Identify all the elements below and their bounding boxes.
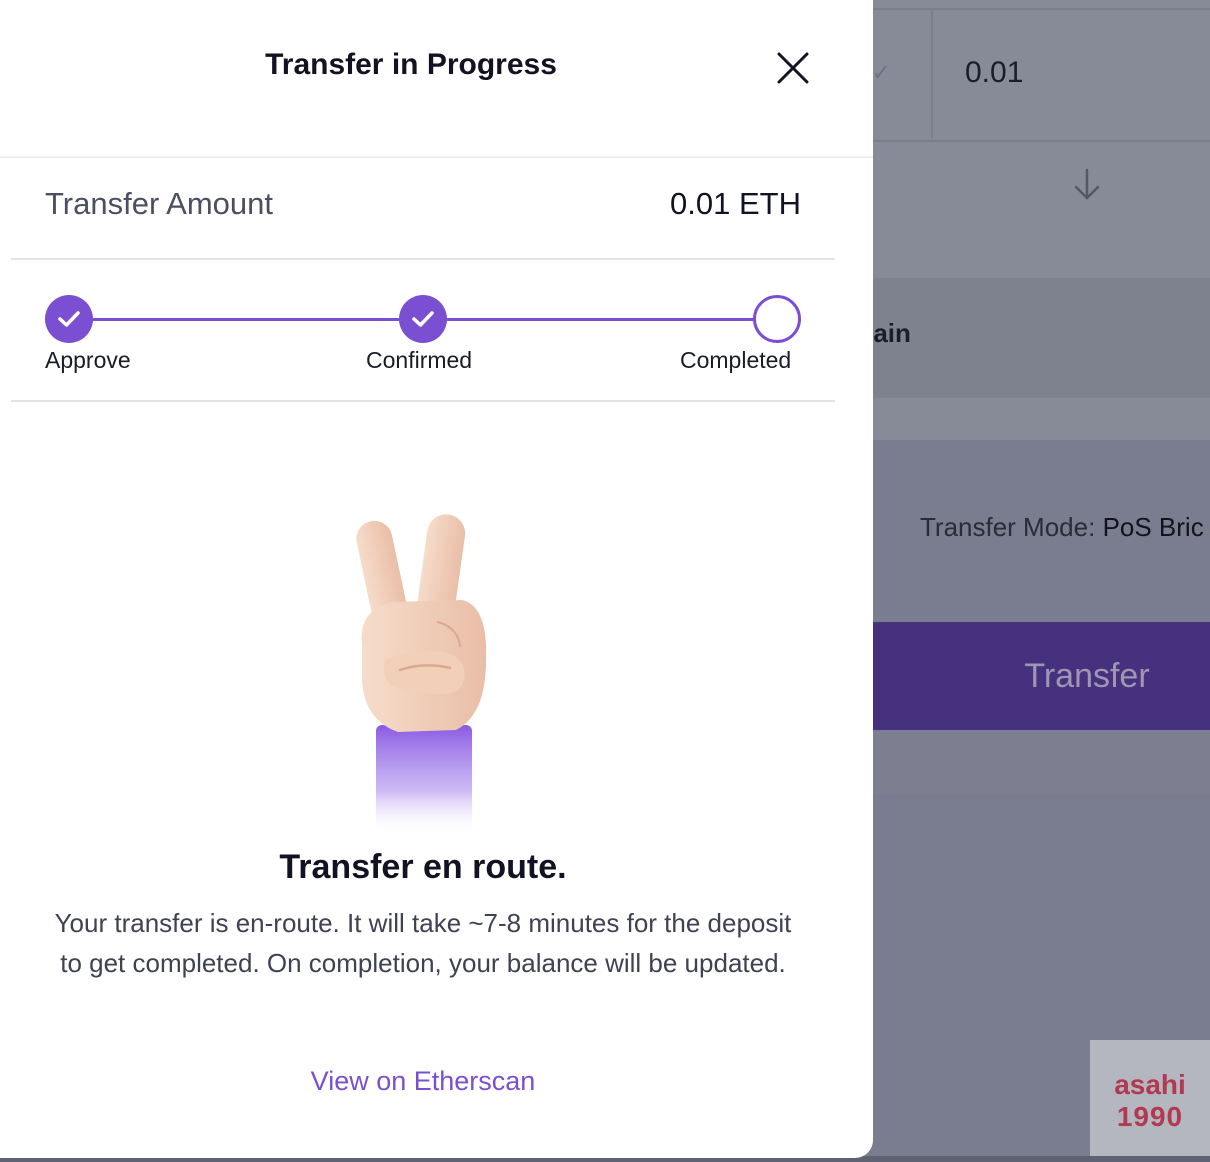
transfer-mode-value: PoS Bric bbox=[1102, 512, 1204, 542]
bg-amount-row bbox=[873, 8, 1210, 142]
check-icon bbox=[58, 311, 80, 327]
transfer-mode-label: Transfer Mode: bbox=[920, 512, 1096, 542]
peace-hand-illustration bbox=[356, 514, 487, 835]
step-connector bbox=[444, 318, 756, 321]
arrow-down-icon bbox=[1074, 168, 1100, 200]
watermark-line2: 1990 bbox=[1116, 1101, 1184, 1132]
transfer-progress-modal: Transfer in Progress Transfer Amount 0.0… bbox=[0, 0, 873, 1158]
progress-stepper: Approve Confirmed Completed bbox=[0, 292, 873, 382]
step-confirmed-indicator bbox=[399, 295, 447, 343]
step-label-approve: Approve bbox=[45, 347, 131, 373]
bg-strip bbox=[873, 730, 1210, 794]
step-approve-indicator bbox=[45, 295, 93, 343]
divider bbox=[11, 258, 835, 260]
bg-amount-input: 0.01 bbox=[965, 56, 1024, 89]
header-divider bbox=[0, 156, 873, 158]
status-description: Your transfer is en-route. It will take … bbox=[54, 908, 792, 978]
watermark-line1: asahi bbox=[1114, 1069, 1186, 1100]
transfer-mode: Transfer Mode: PoS Bric bbox=[920, 512, 1204, 543]
chevron-down-icon: ✓ bbox=[872, 60, 891, 85]
close-button[interactable] bbox=[772, 48, 814, 90]
step-label-completed: Completed bbox=[680, 347, 792, 373]
view-on-etherscan-link[interactable]: View on Etherscan bbox=[0, 1066, 846, 1097]
step-completed-indicator bbox=[753, 295, 801, 343]
watermark: asahi 1990 bbox=[1090, 1040, 1210, 1162]
bg-divider bbox=[931, 8, 933, 138]
modal-title: Transfer in Progress bbox=[265, 48, 557, 81]
bg-transfer-button: Transfer bbox=[1024, 656, 1150, 695]
transfer-amount-label: Transfer Amount bbox=[45, 186, 274, 221]
step-connector bbox=[90, 318, 402, 321]
bg-chain-box bbox=[873, 278, 1210, 398]
step-label-confirmed: Confirmed bbox=[366, 347, 473, 373]
check-icon bbox=[412, 311, 434, 327]
status-title: Transfer en route. bbox=[279, 848, 567, 886]
transfer-amount-value: 0.01 ETH bbox=[670, 186, 801, 221]
divider bbox=[11, 400, 835, 402]
close-icon bbox=[777, 52, 809, 84]
